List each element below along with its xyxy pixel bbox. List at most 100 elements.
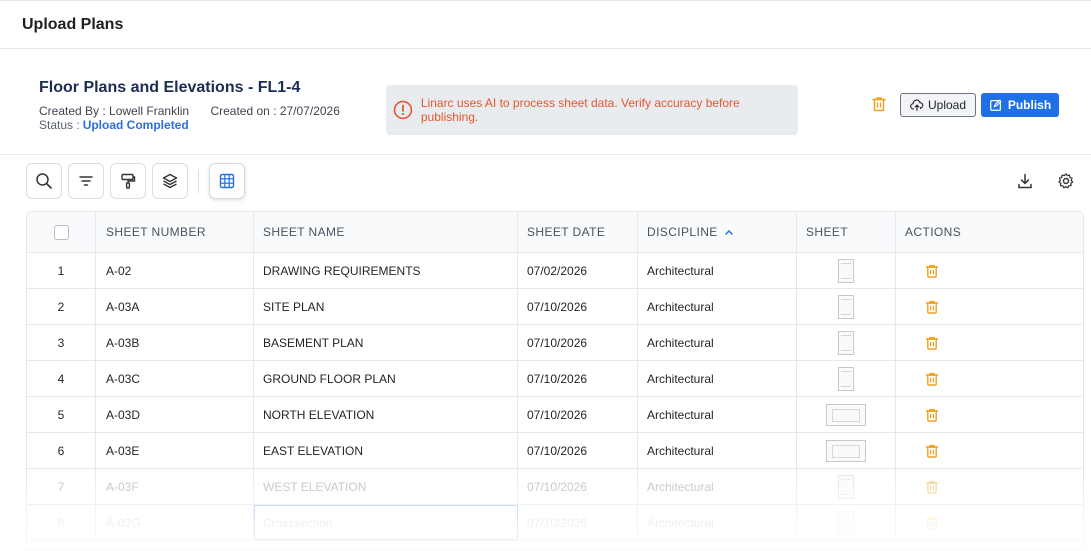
trash-icon[interactable] bbox=[924, 515, 940, 531]
sheet-thumbnail-cell[interactable] bbox=[797, 397, 896, 432]
sheet-thumbnail[interactable] bbox=[838, 366, 854, 391]
sheet-thumbnail[interactable] bbox=[826, 439, 866, 462]
sheet-thumbnail[interactable] bbox=[838, 294, 854, 319]
sheet-name-cell[interactable]: NORTH ELEVATION bbox=[254, 397, 518, 432]
header-sheet-name[interactable]: SHEET NAME bbox=[254, 212, 518, 252]
ai-warning-banner: Linarc uses AI to process sheet data. Ve… bbox=[386, 85, 798, 135]
sheet-thumbnail-cell[interactable] bbox=[797, 361, 896, 396]
delete-all-trash-icon[interactable] bbox=[870, 95, 888, 113]
discipline-cell[interactable]: Architectural bbox=[638, 253, 797, 288]
layers-button[interactable] bbox=[152, 163, 188, 199]
table-row[interactable]: 6 A-03E EAST ELEVATION 07/10/2026 Architectu… bbox=[27, 433, 1083, 469]
created-by-value: Lowell Franklin bbox=[109, 104, 190, 118]
filter-button[interactable] bbox=[68, 163, 104, 199]
sheet-thumbnail-cell[interactable] bbox=[797, 433, 896, 468]
sheet-thumbnail-cell[interactable] bbox=[797, 325, 896, 360]
publish-button[interactable]: Publish bbox=[981, 93, 1059, 117]
sheet-name-cell[interactable]: GROUND FLOOR PLAN bbox=[254, 361, 518, 396]
table-row[interactable]: 4 A-03C GROUND FLOOR PLAN 07/10/2026 Archite… bbox=[27, 361, 1083, 397]
search-button[interactable] bbox=[26, 163, 62, 199]
actions-cell bbox=[896, 289, 1083, 324]
sheet-thumbnail[interactable] bbox=[826, 403, 866, 426]
sheet-number-cell[interactable]: A-03F bbox=[96, 469, 254, 504]
actions-cell bbox=[896, 325, 1083, 360]
table-row[interactable]: 5 A-03D NORTH ELEVATION 07/10/2026 Architect… bbox=[27, 397, 1083, 433]
sheet-number-cell[interactable]: A-03G bbox=[96, 505, 254, 540]
page-title: Upload Plans bbox=[22, 16, 124, 33]
row-index: 6 bbox=[27, 433, 96, 468]
upload-cloud-icon bbox=[910, 99, 924, 111]
trash-icon[interactable] bbox=[924, 335, 940, 351]
select-all-checkbox[interactable] bbox=[53, 224, 69, 240]
header-sheet-number[interactable]: SHEET NUMBER bbox=[96, 212, 254, 252]
paint-roller-button[interactable] bbox=[110, 163, 146, 199]
sheet-name-cell[interactable]: EAST ELEVATION bbox=[254, 433, 518, 468]
discipline-cell[interactable]: Architectural bbox=[638, 397, 797, 432]
sheet-date-cell[interactable]: 07/10/2026 bbox=[518, 361, 638, 396]
header-discipline[interactable]: DISCIPLINE bbox=[638, 212, 797, 252]
sheet-date-cell[interactable]: 07/10/2026 bbox=[518, 469, 638, 504]
sheet-number-cell[interactable]: A-03D bbox=[96, 397, 254, 432]
table-row[interactable]: 8 A-03G Crosssection 07/10/2026 Architectura… bbox=[27, 505, 1083, 541]
sheet-name-cell[interactable]: SITE PLAN bbox=[254, 289, 518, 324]
sheet-thumbnail-cell[interactable] bbox=[797, 469, 896, 504]
table-row[interactable]: 2 A-03A SITE PLAN 07/10/2026 Architectural bbox=[27, 289, 1083, 325]
sheet-date-cell[interactable]: 07/10/2026 bbox=[518, 505, 638, 540]
header-sheet-date[interactable]: SHEET DATE bbox=[518, 212, 638, 252]
paint-roller-icon bbox=[121, 173, 136, 189]
sheet-number-cell[interactable]: A-03B bbox=[96, 325, 254, 360]
sheet-date-cell[interactable]: 07/10/2026 bbox=[518, 289, 638, 324]
header-sheet[interactable]: SHEET bbox=[797, 212, 896, 252]
discipline-cell[interactable]: Architectural bbox=[638, 469, 797, 504]
sheet-thumbnail[interactable] bbox=[838, 510, 854, 535]
sheet-number-cell[interactable]: A-02 bbox=[96, 253, 254, 288]
sheet-date-cell[interactable]: 07/10/2026 bbox=[518, 433, 638, 468]
actions-cell bbox=[896, 397, 1083, 432]
filter-icon bbox=[79, 176, 93, 186]
sheet-date-cell[interactable]: 07/10/2026 bbox=[518, 325, 638, 360]
actions-cell bbox=[896, 469, 1083, 504]
download-icon[interactable] bbox=[1016, 172, 1034, 190]
discipline-cell[interactable]: Architectural bbox=[638, 289, 797, 324]
sheet-name-cell[interactable]: Crosssection bbox=[254, 505, 518, 540]
trash-icon[interactable] bbox=[924, 407, 940, 423]
trash-icon[interactable] bbox=[924, 443, 940, 459]
created-by-label: Created By : bbox=[39, 104, 106, 118]
status-badge: Upload Completed bbox=[82, 118, 189, 132]
discipline-cell[interactable]: Architectural bbox=[638, 325, 797, 360]
grid-view-button[interactable] bbox=[209, 163, 245, 199]
table-row[interactable]: 3 A-03B BASEMENT PLAN 07/10/2026 Architectur… bbox=[27, 325, 1083, 361]
table-row[interactable]: 7 A-03F WEST ELEVATION 07/10/2026 Architectu… bbox=[27, 469, 1083, 505]
sheet-date-cell[interactable]: 07/02/2026 bbox=[518, 253, 638, 288]
sheet-number-cell[interactable]: A-03A bbox=[96, 289, 254, 324]
sheet-date-cell[interactable]: 07/10/2026 bbox=[518, 397, 638, 432]
upload-button[interactable]: Upload bbox=[900, 93, 976, 117]
sort-ascending-icon bbox=[724, 229, 733, 235]
trash-icon[interactable] bbox=[924, 263, 940, 279]
table-row[interactable]: 1 A-02 DRAWING REQUIREMENTS 07/02/2026 Archi… bbox=[27, 253, 1083, 289]
sheet-thumbnail-cell[interactable] bbox=[797, 289, 896, 324]
discipline-cell[interactable]: Architectural bbox=[638, 433, 797, 468]
actions-cell bbox=[896, 361, 1083, 396]
sheet-thumbnail[interactable] bbox=[838, 258, 854, 283]
sheet-number-cell[interactable]: A-03C bbox=[96, 361, 254, 396]
trash-icon[interactable] bbox=[924, 371, 940, 387]
sheet-number-cell[interactable]: A-03E bbox=[96, 433, 254, 468]
sheet-thumbnail-cell[interactable] bbox=[797, 505, 896, 540]
plan-header: Floor Plans and Elevations - FL1-4 Creat… bbox=[0, 49, 1091, 155]
discipline-cell[interactable]: Architectural bbox=[638, 361, 797, 396]
sheet-thumbnail-cell[interactable] bbox=[797, 253, 896, 288]
sheet-thumbnail[interactable] bbox=[838, 474, 854, 499]
gear-icon[interactable] bbox=[1057, 172, 1075, 190]
row-index: 5 bbox=[27, 397, 96, 432]
sheet-name-cell[interactable]: DRAWING REQUIREMENTS bbox=[254, 253, 518, 288]
row-index: 8 bbox=[27, 505, 96, 540]
header-discipline-label: DISCIPLINE bbox=[647, 225, 718, 239]
sheet-thumbnail[interactable] bbox=[838, 330, 854, 355]
sheet-name-cell[interactable]: WEST ELEVATION bbox=[254, 469, 518, 504]
trash-icon[interactable] bbox=[924, 479, 940, 495]
trash-icon[interactable] bbox=[924, 299, 940, 315]
discipline-cell[interactable]: Architectural bbox=[638, 505, 797, 540]
upload-button-label: Upload bbox=[927, 98, 967, 112]
sheet-name-cell[interactable]: BASEMENT PLAN bbox=[254, 325, 518, 360]
